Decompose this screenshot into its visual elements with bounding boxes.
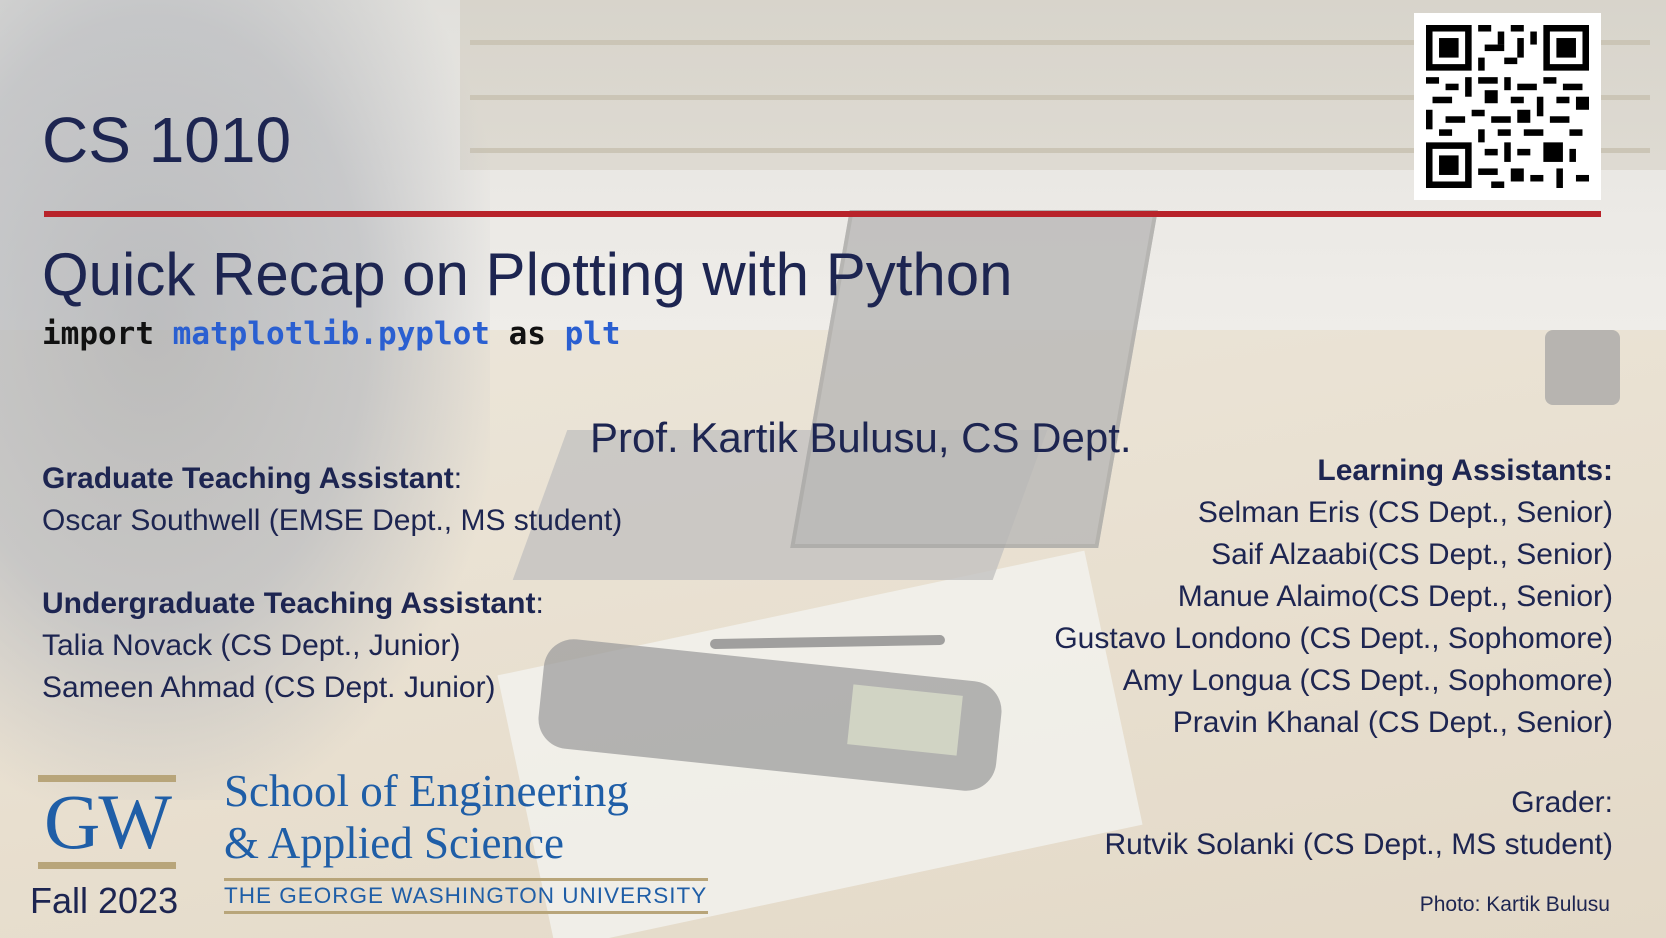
university-name: THE GEORGE WASHINGTON UNIVERSITY: [224, 878, 708, 914]
learning-assistant-name: Selman Eris (CS Dept., Senior): [1197, 496, 1613, 529]
grader-heading: Grader:: [1511, 786, 1613, 819]
qr-code: [1414, 13, 1601, 200]
learning-assistants-section: Learning Assistants: Selman Eris (CS Dep…: [1054, 450, 1613, 744]
gw-logo: GW: [38, 775, 176, 869]
graduate-ta-name: Oscar Southwell (EMSE Dept., MS student): [42, 504, 623, 537]
code-alias: plt: [564, 316, 621, 352]
graduate-ta-heading: Graduate Teaching Assistant: [42, 462, 454, 495]
qr-code-icon: [1426, 25, 1589, 188]
undergrad-ta-name: Talia Novack (CS Dept., Junior): [42, 629, 461, 662]
code-keyword-import: import: [42, 316, 154, 352]
instructor-name: Prof. Kartik Bulusu, CS Dept.: [590, 414, 1132, 461]
undergrad-ta-name: Sameen Ahmad (CS Dept. Junior): [42, 671, 496, 704]
code-snippet: import matplotlib.pyplot as plt: [42, 316, 621, 352]
photo-credit: Photo: Kartik Bulusu: [1419, 893, 1610, 916]
learning-assistant-name: Amy Longua (CS Dept., Sophomore): [1122, 664, 1613, 697]
learning-assistant-name: Pravin Khanal (CS Dept., Senior): [1172, 706, 1613, 739]
graduate-ta-section: Graduate Teaching Assistant: Oscar South…: [42, 458, 622, 542]
undergrad-ta-heading: Undergraduate Teaching Assistant: [42, 587, 536, 620]
code-keyword-as: as: [508, 316, 546, 352]
learning-assistant-name: Gustavo Londono (CS Dept., Sophomore): [1054, 622, 1613, 655]
slide-title: Quick Recap on Plotting with Python: [42, 241, 1013, 308]
term-label: Fall 2023: [30, 880, 179, 921]
school-name-line2: & Applied Science: [224, 818, 564, 868]
gw-monogram: GW: [44, 778, 172, 865]
undergrad-ta-section: Undergraduate Teaching Assistant: Talia …: [42, 583, 544, 709]
learning-assistants-heading: Learning Assistants:: [1317, 454, 1613, 487]
university-name-text: THE GEORGE WASHINGTON UNIVERSITY: [224, 883, 708, 908]
grader-section: Grader: Rutvik Solanki (CS Dept., MS stu…: [1104, 782, 1613, 866]
school-name-line1: School of Engineering: [224, 766, 629, 816]
learning-assistant-name: Manue Alaimo(CS Dept., Senior): [1177, 580, 1613, 613]
title-divider: [44, 211, 1601, 217]
grader-name: Rutvik Solanki (CS Dept., MS student): [1104, 828, 1613, 861]
school-name: School of Engineering & Applied Science: [224, 765, 629, 869]
code-module: matplotlib.pyplot: [172, 316, 490, 352]
course-code: CS 1010: [42, 104, 292, 176]
learning-assistant-name: Saif Alzaabi(CS Dept., Senior): [1211, 538, 1613, 571]
